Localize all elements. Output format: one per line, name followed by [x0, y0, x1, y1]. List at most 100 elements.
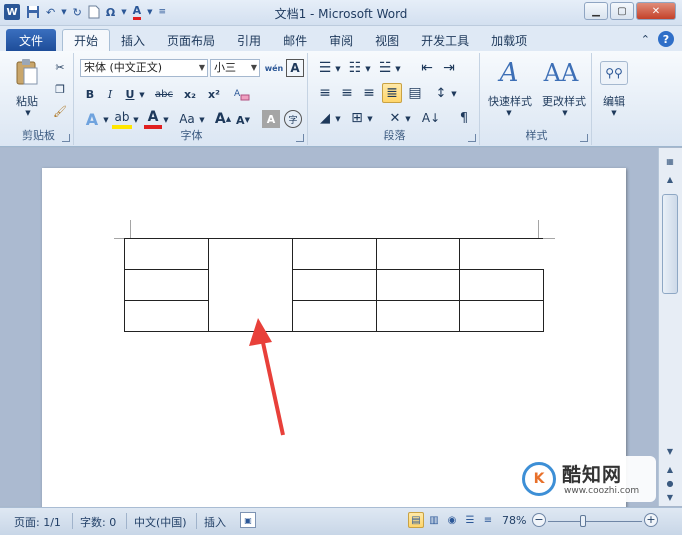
- font-dialog-launcher[interactable]: [296, 134, 304, 142]
- character-shading-icon[interactable]: A: [262, 110, 280, 128]
- page-count[interactable]: 页面: 1/1: [14, 514, 61, 530]
- scroll-up-icon[interactable]: ▲: [662, 172, 678, 186]
- enclose-characters-button[interactable]: 字: [284, 110, 302, 128]
- cut-icon[interactable]: ✂: [52, 59, 68, 75]
- font-name-dropdown-icon[interactable]: ▼: [199, 60, 205, 76]
- zoom-slider-thumb[interactable]: [580, 515, 586, 527]
- minimize-ribbon-icon[interactable]: ⌃: [641, 33, 650, 46]
- tab-page-layout[interactable]: 页面布局: [156, 29, 226, 51]
- show-formatting-marks-icon[interactable]: ¶: [456, 109, 472, 127]
- tab-review[interactable]: 审阅: [318, 29, 364, 51]
- line-spacing-dropdown-icon[interactable]: ▼: [450, 86, 458, 102]
- paste-button-label[interactable]: 粘贴: [12, 93, 42, 109]
- zoom-slider-track[interactable]: [548, 521, 642, 522]
- shading-bucket-icon[interactable]: ◢: [316, 109, 334, 127]
- styles-dialog-launcher[interactable]: [580, 134, 588, 142]
- strikethrough-button[interactable]: abc: [152, 85, 176, 103]
- line-spacing-icon[interactable]: ↕: [432, 84, 450, 102]
- zoom-level[interactable]: 78%: [502, 514, 526, 527]
- grow-font-button[interactable]: A ▲: [214, 109, 232, 129]
- quick-styles-button-label[interactable]: 快速样式: [482, 93, 538, 109]
- underline-button[interactable]: U: [122, 85, 138, 103]
- binoculars-icon[interactable]: ⚲⚲: [600, 61, 628, 85]
- distributed-icon[interactable]: ▤: [406, 84, 424, 102]
- zoom-in-button[interactable]: +: [644, 513, 658, 527]
- character-border-a-button[interactable]: A: [286, 59, 304, 77]
- align-center-icon[interactable]: ≡: [338, 84, 356, 102]
- browse-object-icon[interactable]: ●: [662, 476, 678, 490]
- language-indicator[interactable]: 中文(中国): [134, 514, 187, 530]
- tab-add-ins[interactable]: 加载项: [480, 29, 538, 51]
- multilevel-dropdown-icon[interactable]: ▼: [394, 61, 402, 77]
- change-styles-icon[interactable]: AA: [544, 57, 579, 89]
- copy-icon[interactable]: ❐: [52, 81, 68, 97]
- tab-insert[interactable]: 插入: [110, 29, 156, 51]
- quick-styles-dropdown-icon[interactable]: ▼: [504, 109, 514, 117]
- macro-recording-icon[interactable]: ▣: [240, 512, 256, 528]
- ruler-toggle-icon[interactable]: ▦: [662, 154, 678, 168]
- align-left-icon[interactable]: ≡: [316, 84, 334, 102]
- tab-file[interactable]: 文件: [6, 29, 56, 51]
- tab-view[interactable]: 视图: [364, 29, 410, 51]
- font-size-box[interactable]: 小三 ▼: [210, 59, 260, 77]
- font-name-box[interactable]: 宋体 (中文正文) ▼: [80, 59, 208, 77]
- text-highlight-icon[interactable]: ab: [112, 109, 132, 129]
- subscript-button[interactable]: x₂: [180, 85, 200, 103]
- shading-dropdown-icon[interactable]: ▼: [334, 111, 342, 127]
- change-styles-dropdown-icon[interactable]: ▼: [560, 109, 570, 117]
- underline-dropdown-icon[interactable]: ▼: [138, 86, 146, 104]
- chinese-layout-dropdown-icon[interactable]: ▼: [404, 111, 412, 127]
- sort-icon[interactable]: A↓: [422, 109, 440, 127]
- bold-button[interactable]: B: [82, 85, 98, 103]
- increase-indent-icon[interactable]: ⇥: [440, 59, 458, 77]
- align-right-icon[interactable]: ≡: [360, 84, 378, 102]
- superscript-button[interactable]: x²: [204, 85, 224, 103]
- numbering-dropdown-icon[interactable]: ▼: [364, 61, 372, 77]
- zoom-out-button[interactable]: −: [532, 513, 546, 527]
- borders-icon[interactable]: ⊞: [348, 109, 366, 127]
- phonetic-guide-button[interactable]: wén: [264, 59, 284, 77]
- scroll-down-icon[interactable]: ▼: [662, 444, 678, 458]
- tab-mailings[interactable]: 邮件: [272, 29, 318, 51]
- web-layout-icon[interactable]: ◉: [444, 512, 460, 528]
- paste-icon[interactable]: [14, 57, 40, 87]
- multilevel-list-icon[interactable]: ☱: [376, 59, 394, 77]
- italic-button[interactable]: I: [102, 85, 118, 103]
- paste-dropdown-icon[interactable]: ▼: [23, 109, 33, 117]
- bullets-dropdown-icon[interactable]: ▼: [334, 61, 342, 77]
- change-styles-button-label[interactable]: 更改样式: [536, 93, 592, 109]
- tab-references[interactable]: 引用: [226, 29, 272, 51]
- format-painter-icon[interactable]: 🖌: [52, 103, 68, 119]
- previous-page-icon[interactable]: ▲: [662, 462, 678, 476]
- clipboard-dialog-launcher[interactable]: [62, 134, 70, 142]
- insert-mode-indicator[interactable]: 插入: [204, 514, 226, 530]
- tab-home[interactable]: 开始: [62, 29, 111, 51]
- clear-formatting-icon[interactable]: A: [232, 85, 252, 103]
- word-count[interactable]: 字数: 0: [80, 514, 116, 530]
- outline-view-icon[interactable]: ☰: [462, 512, 478, 528]
- maximize-button[interactable]: ▢: [610, 2, 634, 20]
- print-layout-view-icon[interactable]: ▤: [408, 512, 424, 528]
- font-size-dropdown-icon[interactable]: ▼: [251, 60, 257, 76]
- text-effects-icon[interactable]: A: [82, 109, 102, 129]
- draft-view-icon[interactable]: ≡: [480, 512, 496, 528]
- full-screen-reading-icon[interactable]: ▥: [426, 512, 442, 528]
- justify-icon[interactable]: ≣: [382, 83, 402, 103]
- bullets-icon[interactable]: ☰: [316, 59, 334, 77]
- borders-dropdown-icon[interactable]: ▼: [366, 111, 374, 127]
- editing-dropdown-icon[interactable]: ▼: [609, 109, 619, 117]
- paragraph-dialog-launcher[interactable]: [468, 134, 476, 142]
- quick-styles-icon[interactable]: A: [494, 57, 524, 89]
- help-icon[interactable]: ?: [658, 31, 674, 47]
- numbering-icon[interactable]: ☷: [346, 59, 364, 77]
- font-color-button-icon[interactable]: A: [144, 109, 162, 129]
- tab-developer[interactable]: 开发工具: [410, 29, 480, 51]
- vertical-scrollbar[interactable]: ▦ ▲ ▼ ▲ ● ▼: [658, 148, 682, 506]
- editing-button-label[interactable]: 编辑: [594, 93, 634, 109]
- chinese-layout-icon[interactable]: ✕: [386, 109, 404, 127]
- minimize-button[interactable]: ▁: [584, 2, 608, 20]
- close-button[interactable]: ✕: [636, 2, 676, 20]
- change-case-button[interactable]: Aa: [176, 110, 198, 128]
- next-page-icon[interactable]: ▼: [662, 490, 678, 504]
- scroll-thumb[interactable]: [662, 194, 678, 294]
